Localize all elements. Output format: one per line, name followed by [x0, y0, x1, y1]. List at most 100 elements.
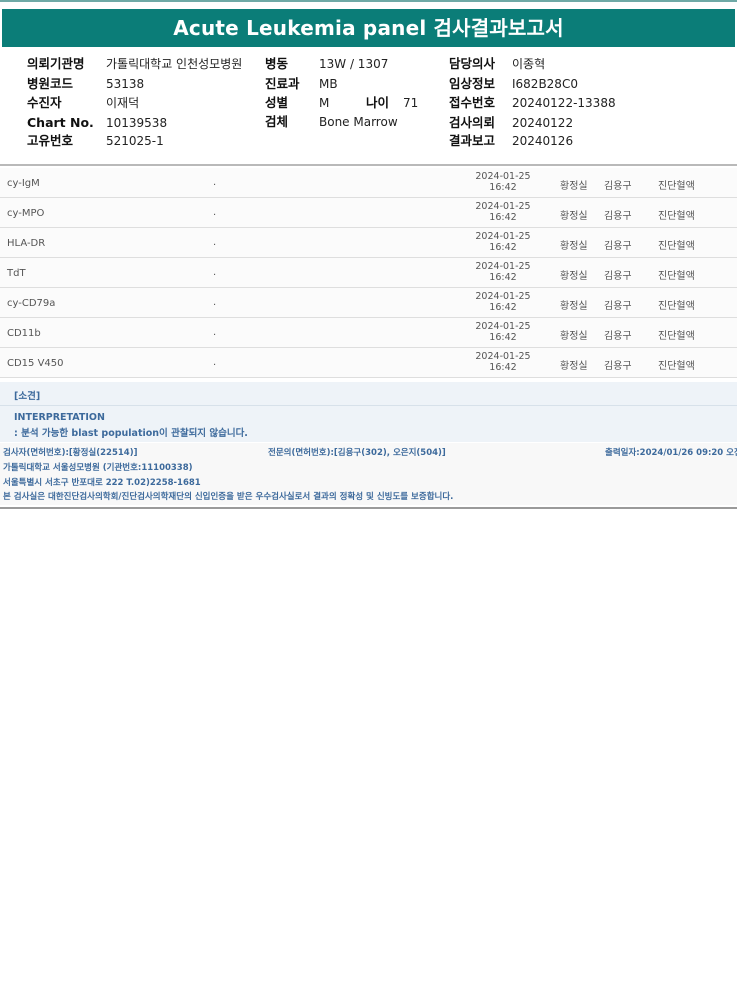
test-name: CD15 V450	[7, 358, 64, 369]
examiner-name: 황정실	[560, 271, 588, 282]
specialist-name: 김용구	[604, 361, 632, 372]
age-label: 나이	[366, 95, 390, 110]
result-date: 2024-01-25	[475, 171, 531, 182]
chart-no-label: Chart No.	[27, 115, 94, 130]
test-value: .	[213, 237, 217, 248]
department-name: 진단혈액	[658, 331, 695, 342]
department-value: MB	[319, 77, 338, 91]
collector-value: 이재덕	[106, 96, 140, 110]
report-date-label: 결과보고	[449, 133, 496, 148]
test-name: TdT	[7, 268, 26, 279]
interpretation-title: INTERPRETATION	[14, 412, 105, 423]
department-label: 진료과	[265, 76, 300, 91]
examiner-name: 황정실	[560, 241, 588, 252]
table-row: cy-CD79a . 2024-01-25 16:42 황정실 김용구 진단혈액	[0, 288, 737, 318]
test-name: CD11b	[7, 328, 41, 339]
ward-value: 13W / 1307	[319, 57, 389, 71]
department-name: 진단혈액	[658, 241, 695, 252]
specialist-name: 김용구	[604, 301, 632, 312]
institution-value: 가톨릭대학교 인천성모병원	[106, 57, 243, 71]
result-date: 2024-01-25	[475, 351, 531, 362]
opinion-header-text: [소견]	[14, 391, 41, 402]
print-date: 출력일자:2024/01/26 09:20 오전	[605, 448, 737, 458]
table-row: HLA-DR . 2024-01-25 16:42 황정실 김용구 진단혈액	[0, 228, 737, 258]
doctor-label: 담당의사	[449, 56, 496, 71]
result-date: 2024-01-25	[475, 291, 531, 302]
interpretation-box: INTERPRETATION : 분석 가능한 blast population…	[0, 406, 737, 442]
result-date: 2024-01-25	[475, 231, 531, 242]
department-name: 진단혈액	[658, 361, 695, 372]
section-divider	[0, 164, 737, 166]
department-name: 진단혈액	[658, 181, 695, 192]
table-row: TdT . 2024-01-25 16:42 황정실 김용구 진단혈액	[0, 258, 737, 288]
receipt-no-label: 접수번호	[449, 95, 496, 110]
interpretation-text: : 분석 가능한 blast population이 관찰되지 않습니다.	[14, 428, 248, 439]
receipt-no-value: 20240122-13388	[512, 96, 616, 110]
examiner-name: 황정실	[560, 301, 588, 312]
bottom-border	[0, 507, 737, 509]
specialist-name: 김용구	[604, 241, 632, 252]
examiner-name: 황정실	[560, 331, 588, 342]
sex-label: 성별	[265, 95, 289, 110]
test-value: .	[213, 357, 217, 368]
results-table: cy-IgM . 2024-01-25 16:42 황정실 김용구 진단혈액 cy…	[0, 168, 737, 378]
test-name: cy-MPO	[7, 208, 45, 219]
patient-info: 의뢰기관명 가톨릭대학교 인천성모병원 병원코드 53138 수진자 이재덕 C…	[0, 48, 737, 164]
result-datetime: 2024-01-25 16:42	[467, 231, 539, 253]
specialist-name: 김용구	[604, 271, 632, 282]
examiner-name: 황정실	[560, 361, 588, 372]
result-date: 2024-01-25	[475, 321, 531, 332]
table-row: cy-MPO . 2024-01-25 16:42 황정실 김용구 진단혈액	[0, 198, 737, 228]
doctor-value: 이종혁	[512, 57, 546, 71]
test-value: .	[213, 267, 217, 278]
examiner-name: 황정실	[560, 181, 588, 192]
result-date: 2024-01-25	[475, 201, 531, 212]
specialist-info: 전문의(면허번호):[김용구(302), 오은지(504)]	[268, 448, 446, 458]
report-date-value: 20240126	[512, 134, 574, 148]
unique-no-value: 521025-1	[106, 134, 164, 148]
result-datetime: 2024-01-25 16:42	[467, 171, 539, 193]
result-time: 16:42	[489, 362, 517, 373]
top-border	[0, 0, 737, 2]
examiner-info: 검사자(면허번호):[황정실(22514)]	[3, 448, 138, 458]
result-datetime: 2024-01-25 16:42	[467, 351, 539, 373]
test-name: HLA-DR	[7, 238, 46, 249]
report-footer: 검사자(면허번호):[황정실(22514)] 전문의(면허번호):[김용구(30…	[0, 443, 737, 505]
result-date: 2024-01-25	[475, 261, 531, 272]
result-time: 16:42	[489, 242, 517, 253]
result-time: 16:42	[489, 182, 517, 193]
result-datetime: 2024-01-25 16:42	[467, 261, 539, 283]
specimen-value: Bone Marrow	[319, 115, 398, 129]
report-title: Acute Leukemia panel 검사결과보고서	[2, 9, 735, 47]
specialist-name: 김용구	[604, 331, 632, 342]
result-time: 16:42	[489, 332, 517, 343]
unique-no-label: 고유번호	[27, 133, 74, 148]
specialist-name: 김용구	[604, 211, 632, 222]
request-date-label: 검사의뢰	[449, 115, 496, 130]
address-info: 서울특별시 서초구 반포대로 222 T.02)2258-1681	[3, 478, 201, 488]
result-datetime: 2024-01-25 16:42	[467, 321, 539, 343]
hospital-info: 가톨릭대학교 서울성모병원 (기관번호:11100338)	[3, 463, 193, 473]
result-datetime: 2024-01-25 16:42	[467, 201, 539, 223]
hospital-code-label: 병원코드	[27, 76, 74, 91]
specialist-name: 김용구	[604, 181, 632, 192]
table-row: CD11b . 2024-01-25 16:42 황정실 김용구 진단혈액	[0, 318, 737, 348]
specimen-label: 검체	[265, 114, 289, 129]
test-value: .	[213, 297, 217, 308]
age-value: 71	[403, 96, 419, 110]
request-date-value: 20240122	[512, 116, 574, 130]
department-name: 진단혈액	[658, 301, 695, 312]
examiner-name: 황정실	[560, 211, 588, 222]
result-time: 16:42	[489, 272, 517, 283]
collector-label: 수진자	[27, 95, 62, 110]
clinical-info-label: 임상정보	[449, 76, 496, 91]
certification-note: 본 검사실은 대한진단검사의학회/진단검사의학재단의 신입인증을 받은 우수검사…	[3, 492, 454, 502]
result-time: 16:42	[489, 212, 517, 223]
opinion-header: [소견]	[0, 382, 737, 406]
hospital-code-value: 53138	[106, 77, 145, 91]
result-time: 16:42	[489, 302, 517, 313]
test-name: cy-CD79a	[7, 298, 56, 309]
test-name: cy-IgM	[7, 178, 40, 189]
table-row: CD15 V450 . 2024-01-25 16:42 황정실 김용구 진단혈액	[0, 348, 737, 378]
test-value: .	[213, 327, 217, 338]
